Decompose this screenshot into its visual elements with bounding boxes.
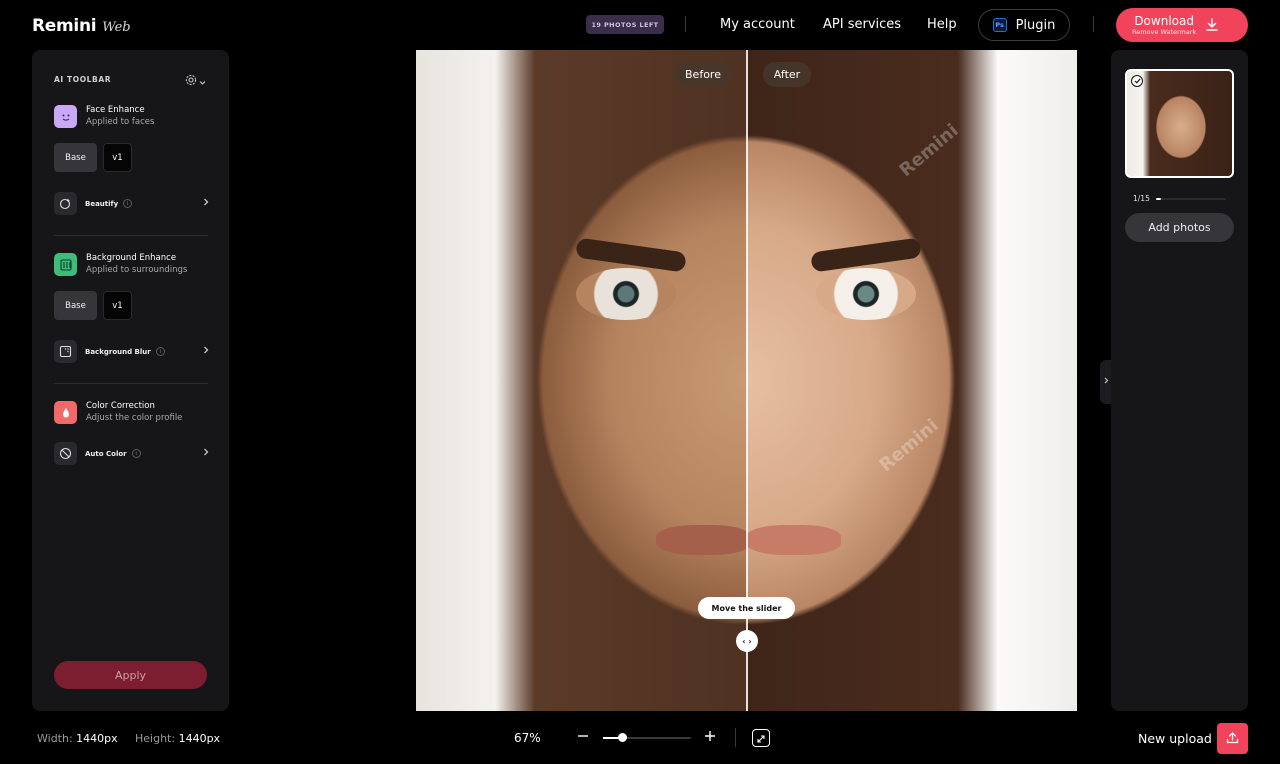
eye <box>576 268 676 320</box>
slider-tooltip: Move the slider <box>698 597 795 619</box>
height-value: 1440px <box>178 732 221 745</box>
app-logo[interactable]: Remini Web <box>32 16 131 36</box>
width-value: 1440px <box>76 732 118 745</box>
option-label: Background Blur <box>85 347 151 356</box>
chevron-right-icon <box>203 346 209 357</box>
download-sublabel: Remove Watermark <box>1132 27 1197 36</box>
section-title: Background Enhance <box>86 253 177 263</box>
download-icon <box>1206 16 1218 35</box>
section-divider <box>54 235 208 236</box>
info-icon[interactable]: i <box>123 199 133 208</box>
background-enhance-section: Background Enhance Applied to surroundin… <box>54 253 187 276</box>
blur-icon <box>54 340 77 363</box>
section-divider <box>54 383 208 384</box>
toolbar-settings-button[interactable] <box>185 71 206 90</box>
nav-api-services[interactable]: API services <box>823 17 901 32</box>
background-v1-toggle[interactable]: v1 <box>103 291 132 320</box>
beautify-option[interactable]: Beautify i <box>54 192 209 215</box>
zoom-level: 67% <box>514 731 541 745</box>
new-upload-label[interactable]: New upload <box>1138 731 1212 746</box>
fit-screen-icon <box>756 729 766 748</box>
header-divider <box>685 16 686 32</box>
photo-thumbnail[interactable] <box>1125 69 1234 178</box>
new-upload-button[interactable] <box>1217 723 1248 754</box>
height-info: Height: 1440px <box>135 732 220 745</box>
zoom-in-button[interactable] <box>704 728 716 748</box>
chevron-right-icon <box>1104 377 1109 387</box>
chevron-right-icon <box>203 198 209 209</box>
info-icon[interactable]: i <box>131 449 141 458</box>
nav-help[interactable]: Help <box>927 17 957 32</box>
lips <box>747 525 841 555</box>
background-blur-option[interactable]: Background Blur i <box>54 340 209 363</box>
check-icon <box>1131 75 1143 87</box>
nav-my-account[interactable]: My account <box>720 17 795 32</box>
background-model-toggle: Base v1 <box>54 291 132 320</box>
face-v1-toggle[interactable]: v1 <box>103 143 132 172</box>
chevron-down-icon <box>199 71 206 90</box>
settings-icon <box>185 71 197 90</box>
lips <box>656 525 747 555</box>
auto-color-icon <box>54 442 77 465</box>
background-icon <box>54 253 77 276</box>
plugin-button[interactable]: Ps Plugin <box>978 9 1070 41</box>
zoom-out-button[interactable] <box>577 728 589 748</box>
chevron-right-icon <box>203 448 209 459</box>
eye <box>816 268 916 320</box>
brand-sub: Web <box>102 20 131 35</box>
before-label: Before <box>675 62 731 87</box>
height-label: Height: <box>135 732 176 745</box>
compare-slider-handle[interactable]: ‹ › <box>736 630 758 652</box>
upload-icon <box>1226 729 1239 748</box>
ai-toolbar-panel: AI TOOLBAR Face Enhance Applied to faces… <box>32 50 229 711</box>
add-photos-button[interactable]: Add photos <box>1125 213 1234 242</box>
gallery-progress-fill <box>1156 198 1161 200</box>
zoom-slider-track[interactable] <box>603 737 691 739</box>
zoom-slider-knob[interactable] <box>618 733 628 742</box>
color-correction-section: Color Correction Adjust the color profil… <box>54 401 182 424</box>
width-info: Width: 1440px <box>37 732 118 745</box>
photos-left-badge: 19 PHOTOS LEFT <box>586 15 664 34</box>
after-label: After <box>763 62 811 87</box>
option-label: Beautify <box>85 199 119 208</box>
image-compare-stage[interactable]: Remini Remini Before After Move the slid… <box>416 50 1077 711</box>
gallery-progress <box>1156 198 1226 200</box>
color-drop-icon <box>54 401 77 424</box>
fit-screen-button[interactable] <box>752 729 770 747</box>
section-title: Face Enhance <box>86 105 145 115</box>
download-button[interactable]: Download Remove Watermark <box>1116 8 1248 42</box>
brand-name: Remini <box>32 16 97 36</box>
option-label: Auto Color <box>85 449 127 458</box>
face-icon <box>54 105 77 128</box>
apply-button[interactable]: Apply <box>54 661 207 689</box>
plugin-label: Plugin <box>1015 17 1056 33</box>
info-icon[interactable]: i <box>155 347 165 356</box>
background-base-toggle[interactable]: Base <box>54 291 97 320</box>
photo-counter: 1/15 <box>1133 194 1150 203</box>
face-model-toggle: Base v1 <box>54 143 132 172</box>
width-label: Width: <box>37 732 73 745</box>
zoom-divider <box>735 728 736 747</box>
toolbar-title: AI TOOLBAR <box>54 75 112 84</box>
section-subtitle: Applied to faces <box>86 117 155 127</box>
section-subtitle: Adjust the color profile <box>86 413 183 423</box>
face-base-toggle[interactable]: Base <box>54 143 97 172</box>
beautify-icon <box>54 192 77 215</box>
photoshop-icon: Ps <box>992 18 1007 32</box>
face-enhance-section: Face Enhance Applied to faces <box>54 105 154 128</box>
header-divider <box>1093 16 1094 32</box>
auto-color-option[interactable]: Auto Color i <box>54 442 209 465</box>
section-title: Color Correction <box>86 401 155 411</box>
download-label: Download <box>1134 13 1194 28</box>
section-subtitle: Applied to surroundings <box>86 265 188 275</box>
photo-gallery-panel: 1/15 Add photos <box>1111 50 1248 711</box>
